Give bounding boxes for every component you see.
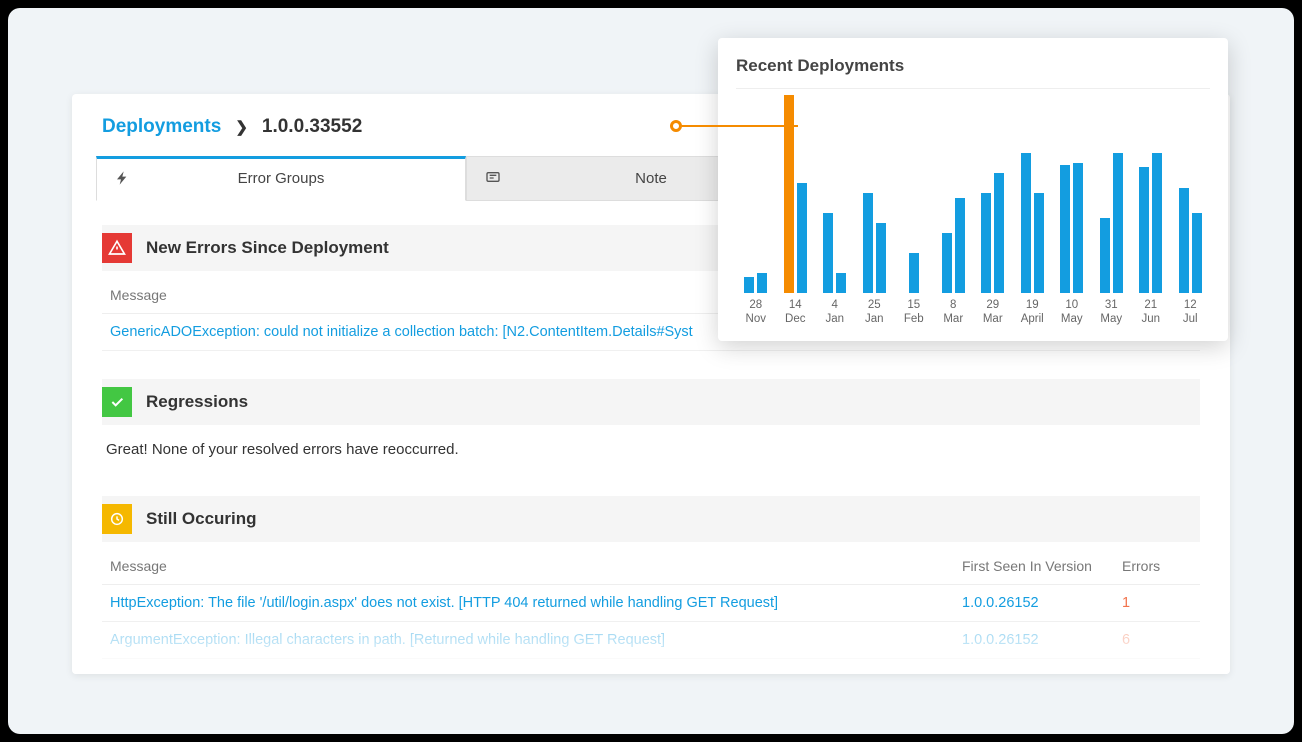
chart-x-label: 29Mar xyxy=(973,299,1013,327)
chart-bar[interactable] xyxy=(1152,153,1162,293)
chart-title: Recent Deployments xyxy=(736,56,1210,89)
recent-deployments-chart-card: Recent Deployments 28Nov14Dec4Jan25Jan15… xyxy=(718,38,1228,341)
table-header: Message First Seen In Version Errors xyxy=(102,548,1200,585)
chart-bar[interactable] xyxy=(981,193,991,293)
clock-icon xyxy=(102,504,132,534)
chart-bar[interactable] xyxy=(909,253,919,293)
chart-bar[interactable] xyxy=(1100,218,1110,293)
chart-bar[interactable] xyxy=(757,273,767,293)
chart-x-label: 14Dec xyxy=(776,299,816,327)
col-version: First Seen In Version xyxy=(962,558,1122,574)
version-link[interactable]: 1.0.0.26152 xyxy=(962,595,1122,611)
error-message-link[interactable]: ArgumentException: Illegal characters in… xyxy=(110,632,962,648)
chart-bar[interactable] xyxy=(1113,153,1123,293)
chart-bar[interactable] xyxy=(836,273,846,293)
chart-x-label: 21Jun xyxy=(1131,299,1171,327)
breadcrumb-root-link[interactable]: Deployments xyxy=(102,116,221,138)
section-header: Regressions xyxy=(102,379,1200,425)
chart-bar[interactable] xyxy=(1060,165,1070,293)
tab-label: Note xyxy=(635,170,667,187)
regressions-body: Great! None of your resolved errors have… xyxy=(102,431,1200,468)
chart-x-label: 10May xyxy=(1052,299,1092,327)
chart-bar-group xyxy=(857,93,893,293)
chart-bar-group xyxy=(896,93,932,293)
chart-bar-group xyxy=(1015,93,1051,293)
table-row: ArgumentException: Illegal characters in… xyxy=(102,622,1200,659)
chart-x-label: 4Jan xyxy=(815,299,855,327)
chart-x-label: 28Nov xyxy=(736,299,776,327)
version-link[interactable]: 1.0.0.26152 xyxy=(962,632,1122,648)
chart-bar-group xyxy=(1173,93,1209,293)
chart-bar[interactable] xyxy=(955,198,965,293)
col-message: Message xyxy=(110,558,962,574)
chart-bar[interactable] xyxy=(876,223,886,293)
chart-x-label: 15Feb xyxy=(894,299,934,327)
chart-bar[interactable] xyxy=(1192,213,1202,293)
chart-bar[interactable] xyxy=(1073,163,1083,293)
chart-bar[interactable] xyxy=(1139,167,1149,293)
table-row: HttpException: The file '/util/login.asp… xyxy=(102,585,1200,622)
chart-bar-group xyxy=(738,93,774,293)
chart-bar-group xyxy=(936,93,972,293)
chat-icon xyxy=(485,170,503,188)
chart-bar-group xyxy=(778,93,814,293)
chart-bar[interactable] xyxy=(823,213,833,293)
section-header: Still Occuring xyxy=(102,496,1200,542)
col-errors: Errors xyxy=(1122,558,1192,574)
tab-error-groups[interactable]: Error Groups xyxy=(96,156,466,201)
chart-x-label: 19April xyxy=(1013,299,1053,327)
check-icon xyxy=(102,387,132,417)
chart-bar[interactable] xyxy=(863,193,873,293)
tab-label: Error Groups xyxy=(238,170,325,187)
chart-area xyxy=(736,93,1210,293)
chart-bar-group xyxy=(975,93,1011,293)
chart-x-label: 31May xyxy=(1092,299,1132,327)
chart-bar[interactable] xyxy=(994,173,1004,293)
breadcrumb-current: 1.0.0.33552 xyxy=(262,116,362,138)
error-message-link[interactable]: HttpException: The file '/util/login.asp… xyxy=(110,595,962,611)
chart-x-label: 25Jan xyxy=(855,299,895,327)
chart-bar[interactable] xyxy=(784,95,794,293)
chart-bar-group xyxy=(817,93,853,293)
chart-bar[interactable] xyxy=(744,277,754,293)
section-regressions: Regressions Great! None of your resolved… xyxy=(102,379,1200,468)
chart-x-axis: 28Nov14Dec4Jan25Jan15Feb8Mar29Mar19April… xyxy=(736,299,1210,327)
chart-bar-group xyxy=(1094,93,1130,293)
bolt-icon xyxy=(115,170,133,188)
chart-bar-group xyxy=(1133,93,1169,293)
section-title: New Errors Since Deployment xyxy=(146,238,389,258)
error-count: 6 xyxy=(1122,632,1192,648)
chart-x-label: 8Mar xyxy=(934,299,974,327)
chevron-right-icon: ❯ xyxy=(235,118,248,136)
chart-bar-group xyxy=(1054,93,1090,293)
section-title: Regressions xyxy=(146,392,248,412)
chart-bar[interactable] xyxy=(1021,153,1031,293)
section-still-occurring: Still Occuring Message First Seen In Ver… xyxy=(102,496,1200,659)
alert-icon xyxy=(102,233,132,263)
chart-bar[interactable] xyxy=(797,183,807,293)
chart-bar[interactable] xyxy=(1034,193,1044,293)
chart-x-label: 12Jul xyxy=(1171,299,1211,327)
chart-bar[interactable] xyxy=(1179,188,1189,293)
section-title: Still Occuring xyxy=(146,509,257,529)
chart-bar[interactable] xyxy=(942,233,952,293)
error-count: 1 xyxy=(1122,595,1192,611)
